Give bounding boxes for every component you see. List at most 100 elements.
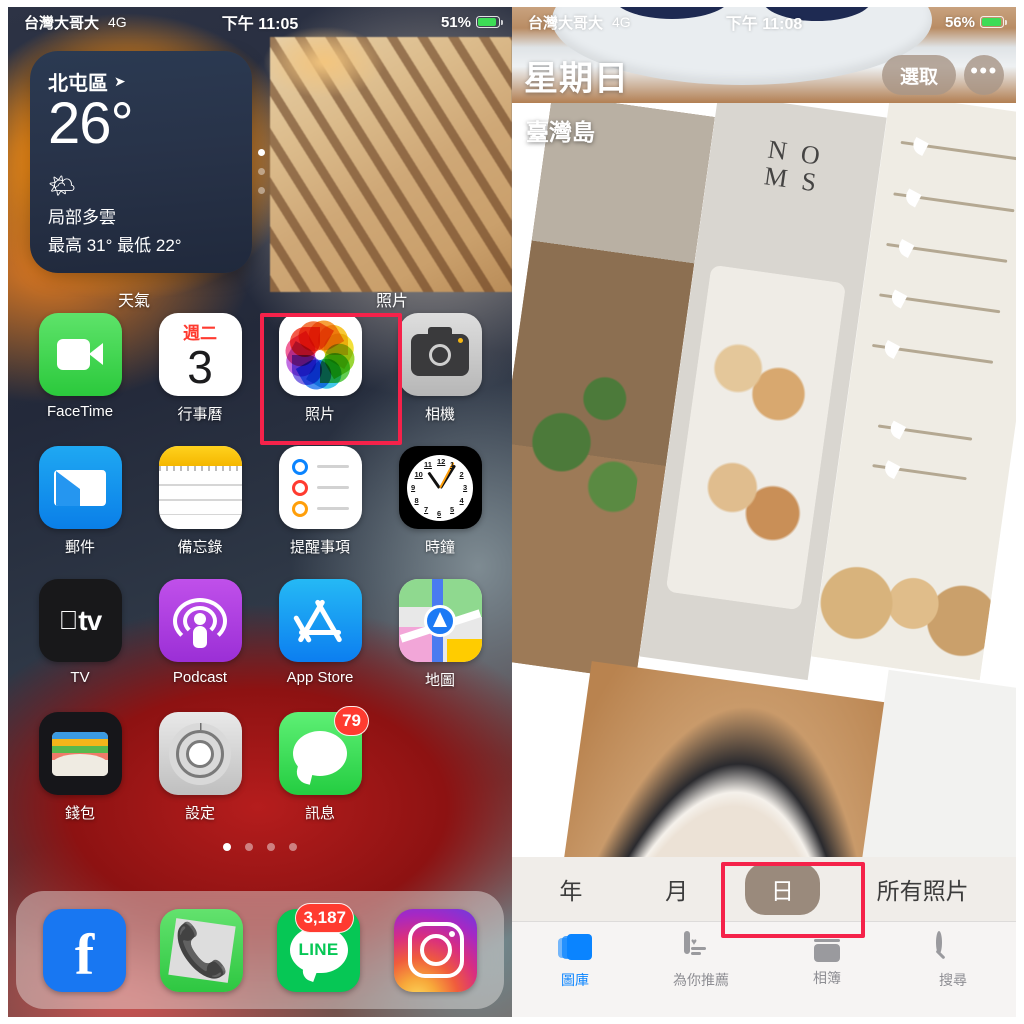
mail-icon[interactable] (38, 446, 122, 529)
dock-app-line[interactable]: 3,187 LINE (277, 902, 360, 992)
app-label: 錢包 (64, 805, 95, 822)
photo-library-icon (558, 934, 592, 964)
timeline-segmented-control: 年 月 日 所有照片 (512, 857, 1016, 921)
apple-tv-icon[interactable]: tv (38, 579, 122, 662)
photo-detail (665, 265, 847, 611)
battery-icon (476, 16, 503, 28)
app-settings[interactable]: 設定 (145, 712, 255, 837)
segment-day[interactable]: 日 (744, 863, 820, 915)
page-indicator-dots[interactable] (8, 843, 512, 851)
app-label: 相機 (424, 406, 455, 423)
app-store-icon[interactable] (278, 579, 362, 662)
instagram-icon[interactable] (394, 908, 477, 992)
reminders-icon[interactable] (278, 446, 362, 529)
calendar-icon[interactable]: 週二 3 (158, 313, 242, 396)
photos-widget-image[interactable] (264, 27, 512, 292)
app-app-store[interactable]: App Store (265, 579, 375, 704)
widget-labels: 天氣 照片 (8, 287, 512, 311)
tab-label: 相簿 (813, 970, 841, 986)
calendar-weekday: 週二 (183, 324, 217, 343)
widget-stack-dots[interactable] (258, 149, 265, 194)
wallet-icon[interactable] (38, 712, 122, 795)
tv-wordmark: tv (69, 604, 102, 636)
select-button[interactable]: 選取 (881, 55, 956, 95)
region-label: 臺灣島 (526, 119, 595, 145)
photo-grid: N O M S (512, 103, 1016, 857)
dock-app-phone[interactable]: 📞 (160, 908, 243, 992)
photos-icon[interactable] (278, 313, 362, 396)
tab-library[interactable]: 圖庫 (520, 934, 630, 990)
clock-icon[interactable]: 1 2 3 4 5 6 7 8 9 10 11 12 (398, 446, 482, 529)
tab-bar: 圖庫 ♥ 為你推薦 相簿 搜尋 (512, 921, 1016, 1017)
app-label: 地圖 (424, 672, 455, 689)
tab-label: 圖庫 (561, 972, 589, 988)
app-facetime[interactable]: FaceTime (25, 313, 135, 438)
albums-icon (812, 934, 842, 962)
weather-temperature: 26° (48, 91, 134, 156)
clock-label: 下午 11:08 (725, 16, 803, 33)
app-row-1: FaceTime 週二 3 行事曆 照片 相機 (8, 313, 512, 438)
app-notes[interactable]: 備忘錄 (145, 446, 255, 571)
app-grid: FaceTime 週二 3 行事曆 照片 相機 郵件 備忘錄 提醒事項 1 2 … (8, 313, 512, 845)
apple-logo-icon:  (59, 605, 78, 636)
app-camera[interactable]: 相機 (385, 313, 495, 438)
dock-app-instagram[interactable] (394, 908, 477, 992)
segment-all-photos[interactable]: 所有照片 (851, 863, 995, 915)
photo-cell[interactable] (512, 661, 925, 857)
status-bar-left: 台灣大哥大 4G 下午 11:05 51% (8, 7, 512, 37)
photo-overlay-text: N O M S (762, 134, 826, 199)
settings-gear-icon[interactable] (158, 712, 242, 795)
battery-percentage-label: 56% (944, 13, 975, 31)
location-arrow-icon: ➤ (113, 72, 126, 90)
nav-actions: 選取 ••• (881, 55, 1004, 95)
tab-search[interactable]: 搜尋 (898, 931, 1008, 990)
app-label: TV (70, 669, 90, 686)
app-messages[interactable]: 79 訊息 (265, 706, 375, 837)
segment-year[interactable]: 年 (533, 863, 608, 915)
app-label: 提醒事項 (289, 539, 350, 556)
page-title: 星期日 (524, 59, 629, 98)
app-label: 郵件 (64, 539, 95, 556)
app-reminders[interactable]: 提醒事項 (265, 446, 375, 571)
app-label: App Store (286, 669, 354, 686)
photo-detail (811, 510, 1001, 681)
app-calendar[interactable]: 週二 3 行事曆 (145, 313, 255, 438)
tab-for-you[interactable]: ♥ 為你推薦 (646, 931, 756, 990)
app-podcast[interactable]: Podcast (145, 579, 255, 704)
app-wallet[interactable]: 錢包 (25, 712, 135, 837)
dual-phone-screenshot: 台灣大哥大 4G 下午 11:05 51% 北屯區 ➤ 26° 🌤 局部多雲 最… (0, 0, 1024, 1024)
app-row-2: 郵件 備忘錄 提醒事項 1 2 3 4 5 6 7 8 9 10 11 12 時… (8, 446, 512, 571)
maps-icon[interactable] (398, 579, 482, 662)
tab-albums[interactable]: 相簿 (772, 934, 882, 988)
app-label: 備忘錄 (177, 539, 223, 556)
app-maps[interactable]: 地圖 (385, 579, 495, 704)
dock-app-facebook[interactable]: f (43, 908, 126, 992)
facetime-icon[interactable] (38, 313, 122, 396)
weather-high-low-label: 最高 31° 最低 22° (48, 235, 182, 255)
notes-icon[interactable] (158, 446, 242, 529)
calendar-day-number: 3 (187, 341, 213, 393)
ellipsis-icon[interactable]: ••• (964, 55, 1004, 95)
photo-grid-container[interactable]: 臺灣島 N O M S (512, 103, 1016, 857)
app-clock[interactable]: 1 2 3 4 5 6 7 8 9 10 11 12 時鐘 (385, 446, 495, 571)
weather-widget[interactable]: 北屯區 ➤ 26° 🌤 局部多雲 最高 31° 最低 22° (30, 51, 252, 273)
app-tv[interactable]: tv TV (25, 579, 135, 704)
app-label: 訊息 (304, 805, 335, 822)
photos-widget-label: 照片 (376, 293, 409, 310)
camera-icon[interactable] (398, 313, 482, 396)
app-photos[interactable]: 照片 (265, 313, 375, 438)
app-label: 行事曆 (177, 406, 223, 423)
messages-badge: 79 (334, 706, 369, 736)
app-empty-slot (385, 712, 495, 837)
phone-handset-icon[interactable]: 📞 (160, 908, 243, 992)
dock: f 📞 3,187 LINE (16, 891, 504, 1009)
photos-nav-bar: 星期日 選取 ••• (512, 47, 1016, 103)
podcasts-icon[interactable] (158, 579, 242, 662)
clock-label: 下午 11:05 (221, 16, 299, 33)
app-mail[interactable]: 郵件 (25, 446, 135, 571)
segment-month[interactable]: 月 (639, 863, 714, 915)
facebook-wordmark: f (74, 922, 95, 988)
tab-label: 為你推薦 (673, 972, 729, 988)
app-label: Podcast (172, 669, 228, 686)
facebook-icon[interactable]: f (43, 908, 126, 992)
